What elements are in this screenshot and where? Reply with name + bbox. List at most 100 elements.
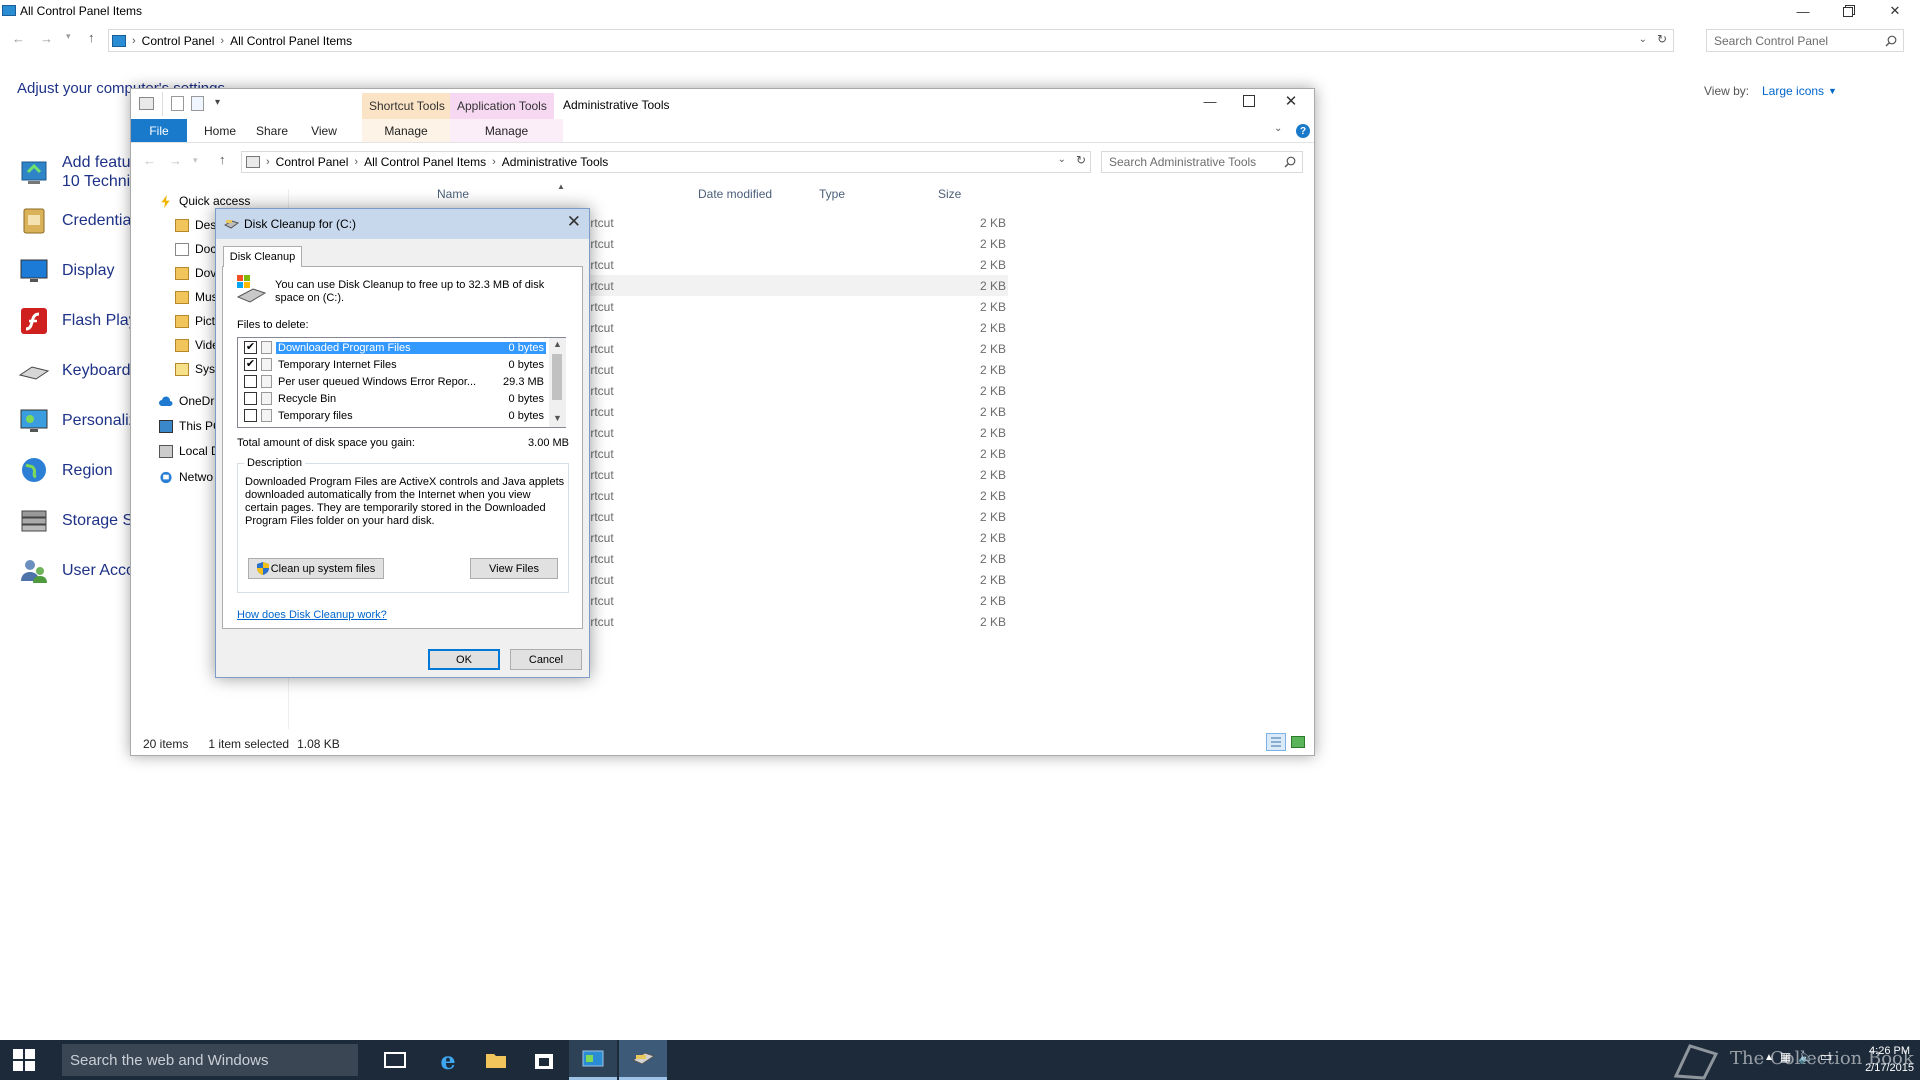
ribbon-tab-file[interactable]: File	[131, 119, 187, 142]
clean-up-system-files-button[interactable]: Clean up system files	[248, 558, 384, 579]
cleanup-file-item[interactable]: Recycle Bin 0 bytes	[238, 390, 548, 407]
explorer-address-bar[interactable]: › Control Panel › All Control Panel Item…	[241, 151, 1091, 173]
address-dropdown-icon[interactable]: ⌄	[1639, 34, 1647, 45]
cp-item-personalization[interactable]: Personaliz	[18, 401, 137, 441]
cleanup-file-checkbox[interactable]	[244, 392, 257, 405]
cp-item-display[interactable]: Display	[18, 251, 114, 291]
up-arrow-icon[interactable]: ↑	[219, 152, 226, 167]
taskbar-file-explorer[interactable]	[472, 1040, 520, 1080]
breadcrumb-administrative-tools[interactable]: Administrative Tools	[502, 155, 609, 169]
forward-arrow-icon[interactable]: →	[169, 153, 182, 168]
scroll-down-icon[interactable]: ▼	[553, 413, 562, 423]
breadcrumb-all-items[interactable]: All Control Panel Items	[230, 34, 352, 48]
cp-item-region[interactable]: Region	[18, 451, 113, 491]
breadcrumb-control-panel[interactable]: Control Panel	[276, 155, 349, 169]
taskbar-clock[interactable]: 4:26 PM 2/17/2015	[1865, 1043, 1914, 1077]
cp-item-user-accounts[interactable]: User Acco	[18, 551, 135, 591]
help-link[interactable]: How does Disk Cleanup work?	[237, 609, 387, 621]
show-hidden-icons-icon[interactable]: ▲	[1764, 1052, 1774, 1063]
files-to-delete-list[interactable]: ✔ Downloaded Program Files 0 bytes ✔ Tempora…	[237, 337, 566, 428]
nav-pictures[interactable]: Pict	[175, 309, 215, 333]
cleanup-file-checkbox[interactable]: ✔	[244, 341, 257, 354]
expand-ribbon-chevron-icon[interactable]: ⌄	[1274, 123, 1282, 134]
forward-arrow-icon[interactable]: →	[40, 31, 53, 46]
nav-local-disk[interactable]: Local D	[159, 439, 220, 463]
cleanup-file-checkbox[interactable]	[244, 375, 257, 388]
nav-system[interactable]: Syst	[175, 357, 218, 381]
cleanup-file-item[interactable]: ✔ Temporary Internet Files 0 bytes	[238, 356, 548, 373]
cp-item-keyboard[interactable]: Keyboard	[18, 351, 131, 391]
back-arrow-icon[interactable]: ←	[143, 153, 156, 168]
taskbar-internet-explorer[interactable]: e	[424, 1040, 472, 1080]
nav-documents[interactable]: Doc	[175, 237, 216, 261]
recent-locations-chevron-icon[interactable]: ▾	[66, 31, 71, 42]
explorer-close-button[interactable]: ✕	[1268, 89, 1314, 113]
breadcrumb-separator-icon: ›	[266, 156, 270, 168]
cp-item-storage-spaces[interactable]: Storage S	[18, 501, 133, 541]
cleanup-file-item[interactable]: ✔ Downloaded Program Files 0 bytes	[238, 339, 548, 356]
ribbon-tab-view[interactable]: View	[301, 119, 347, 142]
cleanup-file-item[interactable]: Temporary files 0 bytes	[238, 407, 548, 424]
cp-item-add-features[interactable]: Add featu 10 Techni	[18, 152, 131, 192]
network-tray-icon[interactable]: ▦	[1780, 1050, 1791, 1064]
help-icon[interactable]: ?	[1296, 124, 1310, 138]
nav-videos[interactable]: Vide	[175, 333, 219, 357]
view-by-dropdown[interactable]: Large icons ▼	[1762, 84, 1837, 98]
large-icons-view-button[interactable]	[1291, 736, 1305, 748]
taskbar-store[interactable]	[520, 1040, 568, 1080]
cp-item-flash-player[interactable]: Flash Play	[18, 301, 137, 341]
task-view-button[interactable]	[371, 1040, 419, 1080]
breadcrumb-control-panel[interactable]: Control Panel	[142, 34, 215, 48]
ribbon-tab-share[interactable]: Share	[249, 119, 295, 142]
details-view-button[interactable]	[1266, 733, 1286, 751]
address-dropdown-icon[interactable]: ⌄	[1058, 154, 1066, 165]
nav-downloads[interactable]: Dov	[175, 261, 216, 285]
ok-button[interactable]: OK	[428, 649, 500, 670]
explorer-maximize-button[interactable]	[1226, 89, 1272, 113]
minimize-button[interactable]: —	[1780, 0, 1826, 22]
cleanup-file-checkbox[interactable]	[244, 409, 257, 422]
cp-item-credential-manager[interactable]: Credentia	[18, 201, 131, 241]
control-panel-search-input[interactable]: Search Control Panel	[1706, 29, 1904, 52]
volume-icon[interactable]: 🔈	[1798, 1049, 1814, 1065]
taskbar-search-input[interactable]: Search the web and Windows	[62, 1044, 358, 1076]
column-header-size[interactable]: Size	[938, 187, 961, 201]
nav-music[interactable]: Mus	[175, 285, 218, 309]
dialog-close-button[interactable]: ✕	[567, 212, 581, 232]
new-folder-icon[interactable]	[191, 96, 204, 111]
cleanup-file-item[interactable]: Per user queued Windows Error Repor... 29…	[238, 373, 548, 390]
up-arrow-icon[interactable]: ↑	[88, 30, 95, 45]
restore-button[interactable]	[1826, 0, 1872, 22]
action-center-icon[interactable]: ▭	[1820, 1049, 1832, 1065]
taskbar-control-panel[interactable]	[569, 1040, 617, 1080]
properties-icon[interactable]	[171, 96, 184, 111]
tab-disk-cleanup[interactable]: Disk Cleanup	[223, 246, 302, 267]
recent-locations-chevron-icon[interactable]: ▾	[193, 155, 198, 166]
breadcrumb-all-items[interactable]: All Control Panel Items	[364, 155, 486, 169]
ribbon-tab-home[interactable]: Home	[197, 119, 243, 142]
explorer-search-input[interactable]: Search Administrative Tools	[1101, 151, 1303, 173]
scroll-up-icon[interactable]: ▲	[553, 339, 562, 349]
list-scrollbar[interactable]: ▲ ▼	[549, 338, 566, 427]
scroll-thumb[interactable]	[552, 354, 562, 400]
taskbar-disk-cleanup[interactable]	[619, 1040, 667, 1080]
nav-onedrive[interactable]: OneDri	[159, 389, 217, 413]
column-header-name[interactable]: Name	[437, 187, 469, 201]
view-files-button[interactable]: View Files	[470, 558, 558, 579]
nav-network[interactable]: Netwo	[159, 465, 213, 489]
customize-toolbar-chevron-icon[interactable]: ▾	[215, 97, 220, 108]
ribbon-tab-manage-shortcut[interactable]: Manage	[362, 119, 450, 142]
cancel-button[interactable]: Cancel	[510, 649, 582, 670]
column-header-type[interactable]: Type	[819, 187, 845, 201]
column-header-date-modified[interactable]: Date modified	[698, 187, 772, 201]
ribbon-tab-manage-application[interactable]: Manage	[450, 119, 563, 142]
start-button[interactable]	[0, 1040, 48, 1080]
back-arrow-icon[interactable]: ←	[12, 31, 25, 46]
cleanup-file-checkbox[interactable]: ✔	[244, 358, 257, 371]
control-panel-address-bar[interactable]: › Control Panel › All Control Panel Item…	[108, 29, 1674, 52]
refresh-icon[interactable]: ↻	[1076, 153, 1086, 167]
refresh-icon[interactable]: ↻	[1657, 32, 1667, 46]
close-button[interactable]: ✕	[1872, 0, 1918, 22]
nav-this-pc[interactable]: This PC	[159, 414, 222, 438]
nav-desktop[interactable]: Des	[175, 213, 216, 237]
